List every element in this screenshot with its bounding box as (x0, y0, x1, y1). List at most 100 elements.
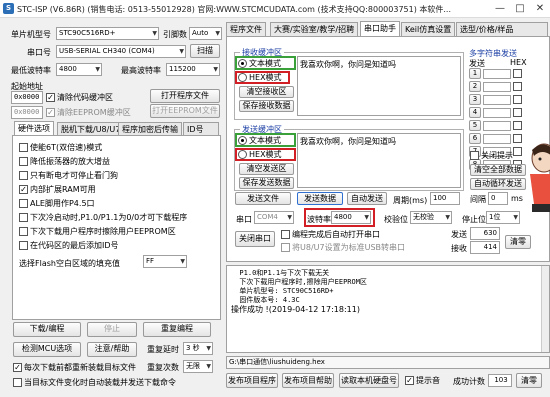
multi-input[interactable] (483, 133, 511, 144)
clear-eeprom-buffer-option[interactable]: ✓ 清除EEPROM缓冲区 (46, 107, 131, 118)
maximize-button[interactable]: □ (510, 0, 530, 18)
checkbox[interactable]: ✓ (405, 376, 414, 385)
multi-send-button[interactable]: 4 (469, 107, 481, 118)
interval-input[interactable]: 0 (488, 192, 508, 205)
checkbox[interactable] (281, 230, 290, 239)
checkbox[interactable] (19, 213, 28, 222)
open-program-file-button[interactable]: 打开程序文件 (150, 89, 220, 103)
scan-button[interactable]: 扫描 (190, 44, 220, 58)
repeat-delay-select[interactable]: 3 秒 ▼ (183, 342, 213, 355)
radio[interactable] (238, 150, 247, 159)
publish-help-button[interactable]: 发布项目帮助 (282, 373, 334, 388)
clear-send-button[interactable]: 清空发送区 (239, 163, 294, 175)
option-erase-eeprom[interactable]: 下次下载用户程序时擦除用户EEPROM区 (19, 226, 176, 237)
hex-checkbox[interactable] (513, 82, 522, 91)
checkbox[interactable] (13, 378, 22, 387)
checkbox[interactable]: ✓ (19, 185, 28, 194)
log-scrollbar[interactable] (541, 266, 549, 352)
option-add-id[interactable]: 在代码区的最后添加ID号 (19, 240, 119, 251)
hex-checkbox[interactable] (513, 108, 522, 117)
hex-checkbox[interactable] (513, 134, 522, 143)
reprogram-button[interactable]: 重复编程 (143, 322, 211, 337)
hex-checkbox[interactable] (513, 147, 522, 156)
multi-send-button[interactable]: 6 (469, 133, 481, 144)
auto-open-port-option[interactable]: 编程完成后自动打开串口 (281, 229, 380, 240)
multi-input[interactable] (483, 68, 511, 79)
send-buffer-textarea[interactable]: 我喜欢你啊，你问是知道吗 (297, 133, 461, 188)
tab-program-file[interactable]: 程序文件 (226, 22, 266, 36)
multi-send-button[interactable]: 2 (469, 81, 481, 92)
output-log[interactable]: P1.0和P1.1与下次下载无关 下次下载用户程序时,擦除用户EEPROM区 单… (226, 265, 550, 353)
save-receive-data-button[interactable]: 保存接收数据 (239, 100, 294, 112)
checkbox[interactable] (19, 227, 28, 236)
clear-all-data-button[interactable]: 清空全部数据 (470, 164, 526, 176)
code-start-address-input[interactable]: 0x0000 (11, 91, 43, 104)
multi-input[interactable] (483, 120, 511, 131)
clear-count-button[interactable]: 清零 (505, 235, 531, 249)
clear-code-buffer-option[interactable]: ✓ 清除代码缓冲区 (46, 92, 113, 103)
receive-text-mode-radio[interactable]: 文本模式 (238, 58, 281, 69)
auto-send-button[interactable]: 自动发送 (347, 192, 387, 205)
pin-count-select[interactable]: Auto ▼ (189, 27, 222, 40)
send-text-mode-radio[interactable]: 文本模式 (238, 135, 281, 146)
max-baud-select[interactable]: 115200 ▼ (166, 63, 220, 76)
send-data-button[interactable]: 发送数据 (297, 192, 343, 205)
usb-serial-option[interactable]: 将U8/U7设置为标准USB转串口 (281, 242, 405, 253)
close-hint-option[interactable]: 关闭提示 (470, 150, 513, 161)
min-baud-select[interactable]: 4800 ▼ (56, 63, 102, 76)
stop-bits-select[interactable]: 1位 ▼ (486, 211, 520, 224)
checkbox[interactable] (19, 143, 28, 152)
close-button[interactable]: ✕ (530, 0, 550, 18)
tab-selection-price[interactable]: 选型/价格/样品 (456, 22, 548, 36)
hex-checkbox[interactable] (513, 95, 522, 104)
multi-input[interactable] (483, 94, 511, 105)
tab-contest[interactable]: 大赛/实验室/教学/招聘 (270, 22, 359, 36)
eeprom-start-address-input[interactable]: 0x0000 (11, 106, 43, 119)
checkbox[interactable]: ✓ (46, 93, 55, 102)
send-file-button[interactable]: 发送文件 (235, 192, 291, 205)
multi-send-button[interactable]: 3 (469, 94, 481, 105)
option-watchdog[interactable]: 只有断电才可停止看门狗 (19, 170, 118, 181)
baud-rate-select[interactable]: 4800 ▼ (331, 211, 371, 224)
stop-button[interactable]: 停止 (87, 322, 137, 337)
period-input[interactable]: 100 (430, 192, 460, 205)
multi-input[interactable] (483, 107, 511, 118)
checkbox[interactable] (19, 157, 28, 166)
receive-hex-mode-radio[interactable]: HEX模式 (238, 72, 282, 83)
option-6t-mode[interactable]: 使能6T(双倍速)模式 (19, 142, 102, 153)
multi-send-button[interactable]: 5 (469, 120, 481, 131)
option-reduce-gain[interactable]: 降低振荡器的放大增益 (19, 156, 110, 167)
tab-serial-assistant[interactable]: 串口助手 (360, 21, 400, 36)
tab-hardware-options[interactable]: 硬件选项 (14, 121, 54, 136)
checkbox[interactable] (281, 243, 290, 252)
auto-load-option[interactable]: 当目标文件变化时自动装载并发送下载命令 (13, 377, 176, 388)
mcu-type-select[interactable]: STC90C516RD+ ▼ (56, 27, 159, 40)
option-cold-start[interactable]: 下次冷启动时,P1.0/P1.1为0/0才可下载程序 (19, 212, 187, 223)
hex-checkbox[interactable] (513, 121, 522, 130)
serial-port-select[interactable]: COM4 ▼ (254, 211, 294, 224)
read-disk-serial-button[interactable]: 读取本机硬盘号 (339, 373, 399, 388)
checkbox[interactable] (19, 171, 28, 180)
multi-send-button[interactable]: 1 (469, 68, 481, 79)
radio[interactable] (238, 59, 247, 68)
flash-fill-select[interactable]: FF ▼ (143, 255, 187, 268)
checkbox[interactable]: ✓ (46, 108, 55, 117)
com-port-select[interactable]: USB-SERIAL CH340 (COM4) ▼ (56, 45, 186, 58)
tab-keil-settings[interactable]: Keil仿真设置 (401, 22, 456, 36)
detect-mcu-button[interactable]: 检测MCU选项 (13, 342, 81, 357)
minimize-button[interactable]: — (490, 0, 510, 18)
multi-input[interactable] (483, 81, 511, 92)
option-internal-ram[interactable]: ✓ 内部扩展RAM可用 (19, 184, 96, 195)
clear-success-count-button[interactable]: 清零 (516, 373, 542, 388)
publish-project-button[interactable]: 发布项目程序 (226, 373, 278, 388)
send-hex-mode-radio[interactable]: HEX模式 (238, 149, 282, 160)
checkbox[interactable]: ✓ (13, 363, 22, 372)
checkbox[interactable] (470, 151, 479, 160)
save-send-data-button[interactable]: 保存发送数据 (239, 177, 294, 189)
repeat-count-select[interactable]: 无限 ▼ (183, 360, 213, 373)
radio[interactable] (238, 73, 247, 82)
option-ale-pin[interactable]: ALE脚用作P4.5口 (19, 198, 95, 209)
tab-id[interactable]: ID号 (183, 122, 219, 136)
reload-before-download-option[interactable]: ✓ 每次下载前都重新装载目标文件 (13, 362, 136, 373)
open-eeprom-file-button[interactable]: 打开EEPROM文件 (150, 104, 220, 118)
